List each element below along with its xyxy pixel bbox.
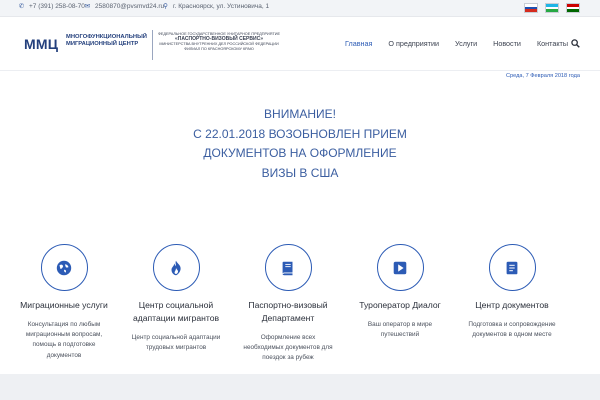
service-icon-circle[interactable]: [488, 244, 536, 291]
phone-contact[interactable]: ✆ +7 (391) 258-08-70: [18, 3, 85, 10]
services-section: Миграционные услуги Консультация по любы…: [0, 244, 600, 374]
site-header: ММЦ МНОГОФУНКЦИОНАЛЬНЫЙ МИГРАЦИОННЫЙ ЦЕН…: [0, 17, 600, 79]
service-icon-circle[interactable]: [152, 244, 200, 291]
service-icon-circle[interactable]: [264, 244, 312, 291]
service-card-documents[interactable]: Центр документов Подготовка и сопровожде…: [456, 244, 568, 340]
notice-line-1: ВНИМАНИЕ!: [264, 107, 336, 121]
search-icon[interactable]: [571, 39, 580, 48]
top-bar: ✆ +7 (391) 258-08-70 ✉ 2580870@pvsmvd24.…: [0, 0, 600, 17]
phone-icon: ✆: [18, 3, 25, 10]
flag-uz-icon[interactable]: [545, 3, 559, 13]
service-title: Центр социальной адаптации мигрантов: [132, 300, 220, 323]
language-flags: [524, 3, 580, 13]
service-desc: Ваш оператор в мире путешествий: [367, 321, 433, 339]
service-title: Центр документов: [475, 300, 549, 310]
email-text: 2580870@pvsmvd24.ru: [95, 3, 165, 10]
service-card-adaptation[interactable]: Центр социальной адаптации мигрантов Цен…: [120, 244, 232, 353]
service-card-tour[interactable]: Туроператор Диалог Ваш оператор в мире п…: [344, 244, 456, 340]
nav-item-about[interactable]: О предприятии: [388, 39, 439, 48]
current-date: Среда, 7 Февраля 2018 года: [506, 73, 580, 79]
play-map-icon: [393, 261, 407, 274]
logo-divider: [152, 30, 153, 60]
envelope-icon: ✉: [84, 3, 91, 10]
notice-line-4: ВИЗЫ В США: [261, 165, 339, 180]
logo-mark[interactable]: ММЦ: [24, 36, 58, 52]
main-nav: Главная О предприятии Услуги Новости Кон…: [345, 39, 568, 48]
organization-name: ФЕДЕРАЛЬНОЕ ГОСУДАРСТВЕННОЕ УНИТАРНОЕ ПР…: [157, 32, 281, 52]
service-title: Миграционные услуги: [20, 300, 108, 310]
globe-icon: [56, 260, 72, 275]
fire-icon: [171, 260, 181, 275]
service-desc: Консультация по любым миграционным вопро…: [25, 321, 103, 359]
nav-item-news[interactable]: Новости: [493, 39, 521, 48]
phone-text: +7 (391) 258-08-70: [29, 3, 85, 10]
document-icon: [506, 261, 518, 274]
notice-line-2: С 22.01.2018 ВОЗОБНОВЛЕН ПРИЕМ: [193, 126, 407, 141]
service-card-passport[interactable]: Паспортно-визовый Департамент Оформление…: [232, 244, 344, 364]
flag-tj-icon[interactable]: [566, 3, 580, 13]
address-text: г. Красноярск, ул. Устиновича, 1: [173, 3, 270, 10]
service-card-migration[interactable]: Миграционные услуги Консультация по любы…: [8, 244, 120, 361]
service-desc: Подготовка и сопровождение документов в …: [468, 321, 556, 339]
service-desc: Оформление всех необходимых документов д…: [243, 334, 333, 362]
notice-line-3: ДОКУМЕНТОВ НА ОФОРМЛЕНИЕ: [203, 146, 397, 160]
service-icon-circle[interactable]: [376, 244, 424, 291]
map-pin-icon: ⚲: [163, 3, 168, 10]
nav-item-contacts[interactable]: Контакты: [537, 39, 568, 48]
org-line-4: ФИЛИАЛ ПО КРАСНОЯРСКОМУ КРАЮ: [184, 47, 254, 51]
nav-item-home[interactable]: Главная: [345, 39, 372, 48]
service-title: Паспортно-визовый Департамент: [248, 300, 328, 323]
footer-band: [0, 374, 600, 400]
address-contact: ⚲ г. Красноярск, ул. Устиновича, 1: [162, 3, 269, 10]
logo-subtitle: МНОГОФУНКЦИОНАЛЬНЫЙ МИГРАЦИОННЫЙ ЦЕНТР: [66, 34, 147, 48]
book-icon: [282, 261, 293, 275]
nav-item-services[interactable]: Услуги: [455, 39, 477, 48]
service-icon-circle[interactable]: [40, 244, 88, 291]
service-title: Туроператор Диалог: [359, 300, 441, 310]
email-contact[interactable]: ✉ 2580870@pvsmvd24.ru: [84, 3, 164, 10]
flag-ru-icon[interactable]: [524, 3, 538, 13]
service-desc: Центр социальной адаптации трудовых мигр…: [131, 334, 221, 352]
notice-block: ВНИМАНИЕ! С 22.01.2018 ВОЗОБНОВЛЕН ПРИЕМ…: [120, 105, 480, 183]
